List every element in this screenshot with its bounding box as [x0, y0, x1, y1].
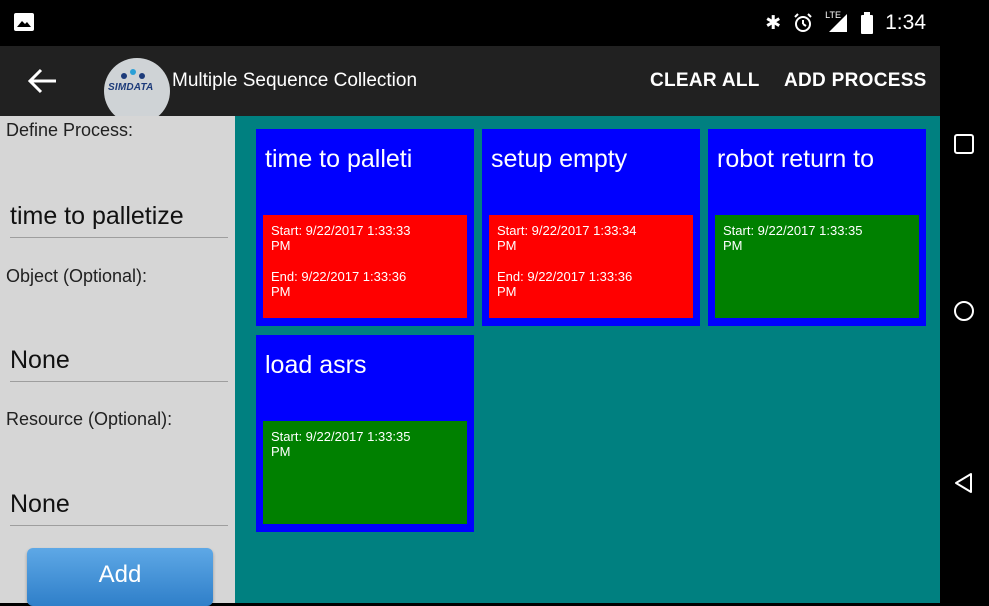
process-card[interactable]: setup empty Start: 9/22/2017 1:33:34 PM …	[482, 129, 700, 326]
status-bar: ✱ LTE 1:34	[0, 0, 940, 46]
resource-field[interactable]: None	[10, 490, 228, 526]
status-icons: ✱ LTE 1:34	[765, 8, 926, 38]
back-arrow-icon[interactable]	[26, 66, 64, 96]
add-process-button[interactable]: ADD PROCESS	[784, 70, 927, 92]
process-end: End: 9/22/2017 1:33:36	[497, 269, 633, 284]
process-card[interactable]: time to palleti Start: 9/22/2017 1:33:33…	[256, 129, 474, 326]
process-start: Start: 9/22/2017 1:33:34	[497, 223, 637, 238]
process-status-box: Start: 9/22/2017 1:33:34 PM End: 9/22/20…	[489, 215, 693, 318]
process-title: setup empty	[491, 145, 628, 173]
app-bar: SIMDATA Multiple Sequence Collection CLE…	[0, 46, 940, 124]
add-button[interactable]: Add	[27, 548, 213, 606]
logo-dots-icon	[121, 69, 145, 79]
back-triangle-icon[interactable]	[953, 472, 975, 494]
process-start: Start: 9/22/2017 1:33:35	[271, 429, 411, 444]
process-status-box: Start: 9/22/2017 1:33:33 PM End: 9/22/20…	[263, 215, 467, 318]
process-start-suffix: PM	[497, 238, 517, 253]
process-start: Start: 9/22/2017 1:33:35	[723, 223, 863, 238]
process-status-box: Start: 9/22/2017 1:33:35 PM	[715, 215, 919, 318]
define-process-label: Define Process:	[6, 120, 134, 140]
alarm-icon	[794, 13, 812, 32]
app-screen: ✱ LTE 1:34 SIMDATA Multiple Sequence Col…	[0, 0, 940, 606]
recents-square-icon[interactable]	[953, 133, 975, 155]
status-time: 1:34	[885, 11, 926, 34]
process-start: Start: 9/22/2017 1:33:33	[271, 223, 411, 238]
object-field[interactable]: None	[10, 346, 228, 382]
clear-all-button[interactable]: CLEAR ALL	[650, 70, 760, 92]
nav-bar	[940, 0, 989, 603]
object-label: Object (Optional):	[6, 266, 148, 286]
process-status-box: Start: 9/22/2017 1:33:35 PM	[263, 421, 467, 524]
define-process-field[interactable]: time to palletize	[10, 202, 228, 238]
resource-label: Resource (Optional):	[6, 409, 173, 429]
process-title: time to palleti	[265, 145, 413, 173]
process-grid: time to palleti Start: 9/22/2017 1:33:33…	[235, 116, 940, 603]
lte-label: LTE	[825, 10, 841, 20]
process-end-suffix: PM	[271, 284, 291, 299]
process-card[interactable]: robot return to Start: 9/22/2017 1:33:35…	[708, 129, 926, 326]
process-title: load asrs	[265, 351, 367, 379]
home-circle-icon[interactable]	[953, 300, 975, 322]
process-end: End: 9/22/2017 1:33:36	[271, 269, 407, 284]
process-start-suffix: PM	[271, 444, 291, 459]
process-card[interactable]: load asrs Start: 9/22/2017 1:33:35 PM	[256, 335, 474, 532]
app-title: Multiple Sequence Collection	[172, 70, 418, 91]
lte-signal-icon: LTE	[825, 10, 849, 33]
battery-icon	[861, 12, 874, 34]
app-logo: SIMDATA	[104, 58, 170, 124]
image-icon	[14, 13, 34, 31]
process-start-suffix: PM	[271, 238, 291, 253]
logo-text: SIMDATA	[108, 82, 154, 93]
process-title: robot return to	[717, 145, 875, 173]
process-start-suffix: PM	[723, 238, 743, 253]
process-end-suffix: PM	[497, 284, 517, 299]
bluetooth-icon: ✱	[765, 12, 782, 34]
left-panel: Define Process: time to palletize Object…	[0, 116, 235, 606]
